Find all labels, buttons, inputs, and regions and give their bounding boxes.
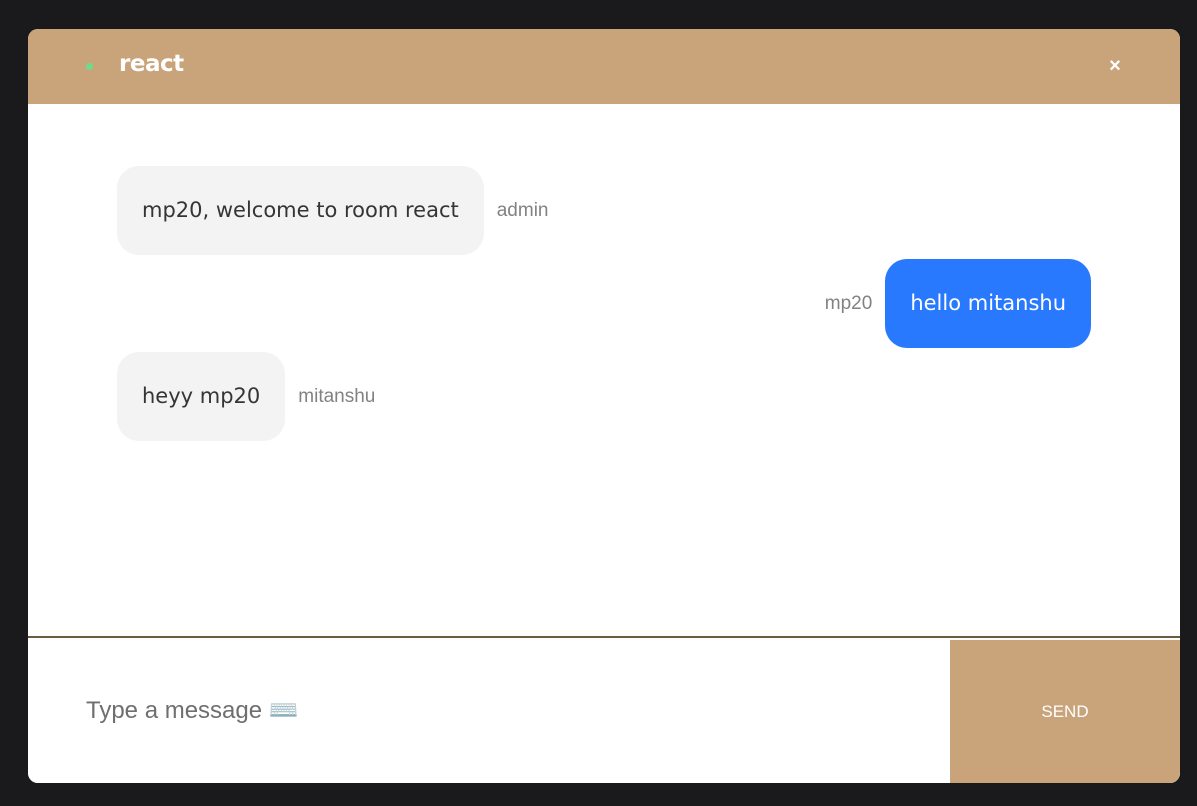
message-input[interactable] — [28, 638, 950, 783]
close-icon[interactable]: × — [1102, 53, 1128, 79]
message-list: mp20, welcome to room react admin mp20 h… — [28, 104, 1180, 636]
message-composer: SEND — [28, 638, 1180, 783]
message-sender: mp20 — [824, 292, 873, 314]
message-sender: admin — [496, 199, 549, 221]
message-bubble: hello mitanshu — [885, 259, 1091, 348]
message-item: heyy mp20 mitanshu — [117, 352, 375, 441]
message-bubble: heyy mp20 — [117, 352, 286, 441]
message-bubble: mp20, welcome to room react — [117, 166, 484, 255]
room-name: react — [119, 51, 184, 77]
chat-window: react × mp20, welcome to room react admi… — [28, 29, 1180, 783]
online-status-icon — [86, 63, 93, 70]
chat-header: react × — [28, 29, 1180, 104]
message-item: mp20 hello mitanshu — [825, 259, 1091, 348]
message-item: mp20, welcome to room react admin — [117, 166, 548, 255]
send-button[interactable]: SEND — [950, 640, 1180, 783]
message-sender: mitanshu — [298, 385, 376, 407]
